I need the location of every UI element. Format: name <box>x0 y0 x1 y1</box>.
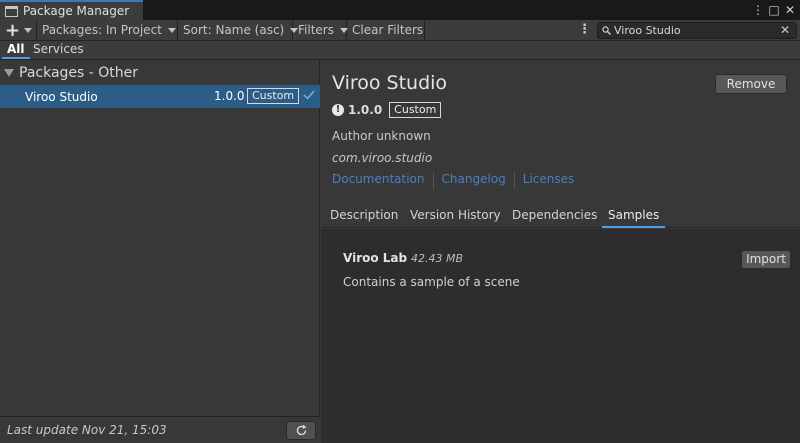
package-item-name: Viroo Studio <box>25 89 98 104</box>
checkmark-icon <box>303 90 315 100</box>
package-links: Documentation Changelog Licenses <box>332 172 574 189</box>
title-bar: Package Manager ⋮ □ ✕ <box>0 0 800 20</box>
chevron-down-icon <box>24 27 33 33</box>
filters-dropdown[interactable]: Filters <box>293 20 348 40</box>
tab-dependencies[interactable]: Dependencies <box>506 202 603 228</box>
add-package-button[interactable]: + <box>0 19 37 41</box>
maximize-icon[interactable]: □ <box>767 2 781 18</box>
link-divider <box>513 172 515 189</box>
package-group-header[interactable]: Packages - Other <box>0 60 320 85</box>
tab-version-history[interactable]: Version History <box>404 202 507 228</box>
package-id: com.viroo.studio <box>332 151 433 165</box>
window-tab[interactable]: Package Manager <box>0 0 143 20</box>
tab-description[interactable]: Description <box>324 202 404 228</box>
filters-dropdown-label: Filters <box>298 23 334 37</box>
expand-triangle-icon <box>4 68 14 77</box>
package-title: Viroo Studio <box>332 72 448 94</box>
tab-samples[interactable]: Samples <box>602 202 666 228</box>
sample-size: 42.43 MB <box>411 252 464 265</box>
version-line: ! 1.0.0 Custom <box>332 102 442 118</box>
package-list-panel: Packages - Other Viroo Studio 1.0.0 Cust… <box>0 60 320 443</box>
warning-icon: ! <box>332 104 344 116</box>
clear-filters-button[interactable]: Clear Filters <box>347 20 425 40</box>
window-menu-icon[interactable]: ⋮ <box>751 2 765 18</box>
filter-tabs: All Services <box>0 41 800 60</box>
custom-badge: Custom <box>389 102 442 118</box>
close-icon[interactable]: ✕ <box>783 2 797 18</box>
window-icon <box>5 5 18 17</box>
window-tab-title: Package Manager <box>23 4 130 18</box>
sort-dropdown[interactable]: Sort: Name (asc) <box>178 20 299 40</box>
import-button[interactable]: Import <box>741 250 791 269</box>
plus-icon: + <box>5 19 21 41</box>
sample-description: Contains a sample of a scene <box>343 275 520 289</box>
package-list-item[interactable]: Viroo Studio 1.0.0 Custom <box>0 85 320 108</box>
package-version: 1.0.0 <box>348 103 383 117</box>
licenses-link[interactable]: Licenses <box>523 172 575 189</box>
sample-name: Viroo Lab <box>343 251 408 265</box>
list-footer: Last update Nov 21, 15:03 <box>0 416 320 443</box>
clear-filters-label: Clear Filters <box>352 23 424 37</box>
tab-services[interactable]: Services <box>28 41 89 59</box>
sort-dropdown-label: Sort: Name (asc) <box>183 23 285 37</box>
refresh-icon <box>296 424 306 436</box>
chevron-down-icon <box>167 27 176 33</box>
search-input[interactable]: Viroo Studio ✕ <box>597 22 797 39</box>
changelog-link[interactable]: Changelog <box>442 172 506 189</box>
package-author: Author unknown <box>332 129 431 143</box>
package-details-panel: Viroo Studio Remove ! 1.0.0 Custom Autho… <box>321 60 800 443</box>
clear-search-icon[interactable]: ✕ <box>780 23 790 38</box>
documentation-link[interactable]: Documentation <box>332 172 425 189</box>
search-icon <box>602 26 611 35</box>
remove-button[interactable]: Remove <box>715 74 787 94</box>
details-tabs: Description Version History Dependencies… <box>321 202 800 228</box>
samples-pane: Viroo Lab 42.43 MB Contains a sample of … <box>321 229 800 443</box>
package-item-version: 1.0.0 <box>214 89 245 103</box>
custom-badge: Custom <box>247 88 300 104</box>
packages-dropdown-label: Packages: In Project <box>42 23 162 37</box>
link-divider <box>432 172 434 189</box>
more-options-icon[interactable]: ⋮ <box>578 22 591 37</box>
tab-all[interactable]: All <box>2 41 30 59</box>
package-group-title: Packages - Other <box>19 64 139 81</box>
packages-dropdown[interactable]: Packages: In Project <box>37 20 178 40</box>
search-value: Viroo Studio <box>614 24 681 37</box>
refresh-button[interactable] <box>286 421 316 440</box>
last-update-text: Last update Nov 21, 15:03 <box>7 423 167 437</box>
